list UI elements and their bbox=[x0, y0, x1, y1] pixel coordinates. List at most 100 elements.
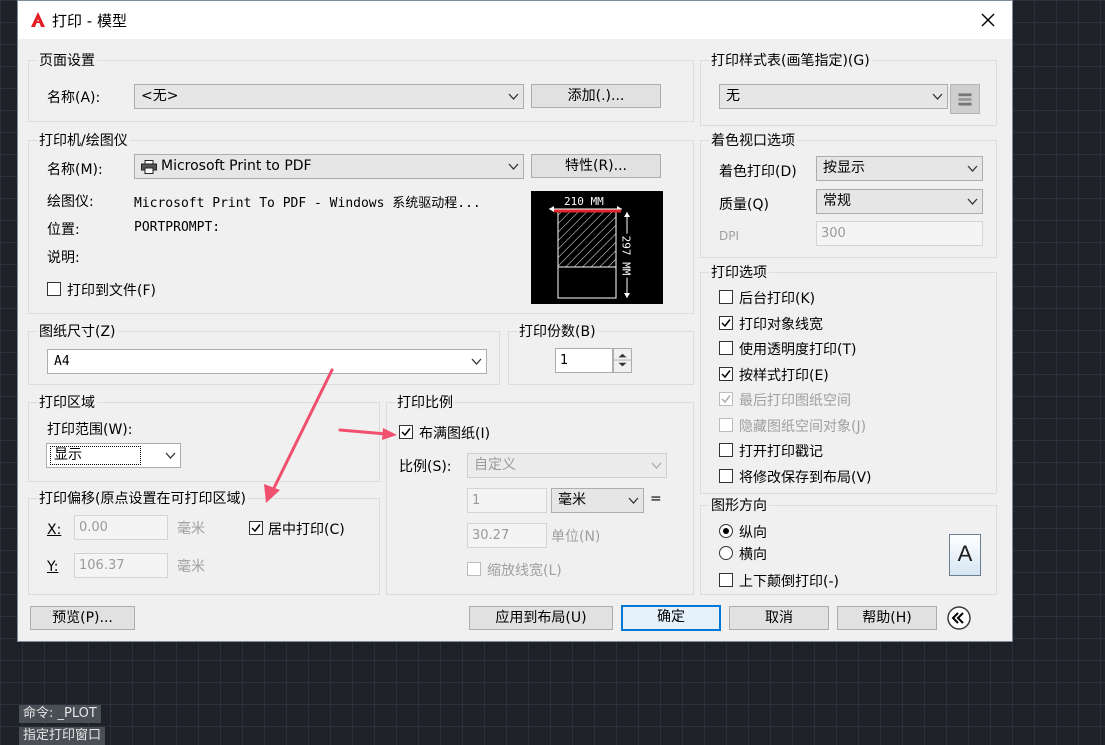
collapse-options-button[interactable] bbox=[946, 605, 972, 631]
offset-x-input[interactable]: 0.00 bbox=[74, 515, 168, 540]
chevron-down-icon bbox=[932, 93, 943, 100]
center-plot-label: 居中打印(C) bbox=[268, 522, 345, 538]
plot-option-checkbox[interactable] bbox=[719, 392, 733, 406]
page-setup-heading: 页面设置 bbox=[37, 50, 97, 70]
apply-to-layout-button[interactable]: 应用到布局(U) bbox=[469, 606, 613, 630]
printer-name-label: 名称(M): bbox=[47, 162, 103, 178]
offset-x-unit: 毫米 bbox=[177, 521, 205, 537]
printer-name-select[interactable]: Microsoft Print to PDF bbox=[134, 154, 524, 179]
scale-equals-sign: = bbox=[650, 491, 662, 507]
preview-button[interactable]: 预览(P)... bbox=[30, 606, 135, 630]
plot-offset-heading: 打印偏移(原点设置在可打印区域) bbox=[37, 488, 248, 508]
copies-spinner[interactable] bbox=[613, 348, 632, 373]
scale-value: 自定义 bbox=[474, 457, 516, 473]
chevron-down-icon bbox=[508, 163, 519, 170]
shade-plot-value: 按显示 bbox=[823, 160, 865, 176]
offset-y-input[interactable]: 106.37 bbox=[74, 553, 168, 578]
description-label: 说明: bbox=[47, 250, 80, 266]
plotter-label: 绘图仪: bbox=[47, 194, 94, 210]
dpi-label: DPI bbox=[719, 229, 740, 243]
offset-y-label: Y: bbox=[47, 559, 59, 575]
plot-option-checkbox[interactable] bbox=[719, 468, 733, 483]
plot-option-label: 按样式打印(E) bbox=[739, 367, 829, 384]
chevron-down-icon bbox=[471, 358, 482, 365]
fit-to-paper-checkbox[interactable] bbox=[399, 425, 413, 439]
chevron-down-icon bbox=[967, 165, 978, 172]
portrait-label: 纵向 bbox=[739, 525, 767, 541]
shaded-viewport-group: 着色视口选项 着色打印(D) 按显示 质量(Q) 常规 DPI 300 bbox=[700, 130, 997, 258]
print-to-file-checkbox[interactable] bbox=[47, 282, 61, 296]
printer-name-value: Microsoft Print to PDF bbox=[161, 158, 312, 174]
quality-select[interactable]: 常规 bbox=[816, 189, 983, 214]
scale-label: 比例(S): bbox=[399, 459, 452, 475]
autocad-logo-icon bbox=[31, 12, 45, 27]
paper-preview: 210 MM 297 MM bbox=[531, 191, 663, 304]
landscape-radio[interactable] bbox=[719, 546, 733, 560]
command-line-entry: 命令: _PLOT bbox=[19, 705, 101, 723]
plot-option-checkbox[interactable] bbox=[719, 341, 733, 355]
plot-option-checkbox[interactable] bbox=[719, 290, 733, 304]
orientation-preview-icon: A bbox=[949, 534, 981, 576]
dpi-input[interactable]: 300 bbox=[816, 221, 983, 246]
quality-value: 常规 bbox=[823, 193, 851, 209]
paper-size-group: 图纸尺寸(Z) A4 bbox=[28, 321, 500, 385]
shade-plot-select[interactable]: 按显示 bbox=[816, 156, 983, 181]
ok-button[interactable]: 确定 bbox=[621, 605, 721, 631]
page-setup-name-select[interactable]: <无> bbox=[134, 84, 524, 109]
paper-size-select[interactable]: A4 bbox=[47, 349, 487, 374]
chevron-down-icon bbox=[651, 462, 662, 469]
scale-unit-select[interactable]: 毫米 bbox=[551, 488, 644, 513]
plot-option-checkbox[interactable] bbox=[719, 315, 733, 330]
plot-option-checkbox[interactable] bbox=[719, 366, 733, 381]
chevron-down-icon bbox=[628, 497, 639, 504]
scale-unit-label: 单位(N) bbox=[551, 529, 601, 545]
plot-area-heading: 打印区域 bbox=[37, 392, 97, 412]
plot-range-label: 打印范围(W): bbox=[47, 422, 133, 438]
scale-select[interactable]: 自定义 bbox=[467, 453, 667, 478]
copies-input[interactable]: 1 bbox=[555, 348, 613, 373]
plot-option-checkbox[interactable] bbox=[719, 443, 733, 457]
checkmark-icon bbox=[401, 428, 411, 437]
orientation-group: 图形方向 纵向 横向 上下颠倒打印(-) A bbox=[700, 495, 997, 595]
add-page-setup-button[interactable]: 添加(.)... bbox=[531, 84, 661, 108]
radio-selected-dot bbox=[723, 528, 729, 534]
help-button[interactable]: 帮助(H) bbox=[837, 606, 937, 630]
plot-range-select[interactable]: 显示 bbox=[46, 443, 181, 468]
plot-options-group: 打印选项 后台打印(K) 打印对象线宽 使用透明度打印(T) 按样式打印(E) 最后打印… bbox=[700, 262, 997, 494]
location-label: 位置: bbox=[47, 222, 80, 238]
upside-down-label: 上下颠倒打印(-) bbox=[739, 574, 839, 590]
scale-lineweights-checkbox[interactable] bbox=[467, 562, 481, 576]
plot-area-group: 打印区域 打印范围(W): 显示 bbox=[28, 392, 380, 482]
close-icon[interactable] bbox=[976, 8, 1000, 32]
scale-value2-input[interactable]: 30.27 bbox=[467, 523, 547, 548]
checkmark-icon bbox=[721, 395, 731, 404]
portrait-radio[interactable] bbox=[719, 524, 733, 538]
plot-style-select[interactable]: 无 bbox=[719, 84, 948, 109]
plot-option-label: 打印对象线宽 bbox=[739, 316, 823, 333]
scale-value1-input[interactable]: 1 bbox=[467, 488, 547, 513]
printer-properties-button[interactable]: 特性(R)... bbox=[531, 154, 661, 178]
offset-y-unit: 毫米 bbox=[177, 559, 205, 575]
orientation-preview-letter: A bbox=[957, 541, 973, 566]
plot-style-value: 无 bbox=[726, 88, 740, 104]
print-dialog: 打印 - 模型 页面设置 名称(A): <无> 添加(.)... 打印机/绘图仪… bbox=[17, 0, 1013, 642]
plot-option-label: 使用透明度打印(T) bbox=[739, 342, 857, 358]
paper-size-heading: 图纸尺寸(Z) bbox=[37, 321, 118, 341]
print-to-file-label: 打印到文件(F) bbox=[67, 283, 156, 299]
checkmark-icon bbox=[721, 318, 731, 327]
center-plot-checkbox[interactable] bbox=[249, 521, 263, 535]
checkmark-icon bbox=[721, 369, 731, 378]
shaded-viewport-heading: 着色视口选项 bbox=[709, 130, 797, 150]
upside-down-checkbox[interactable] bbox=[719, 573, 733, 587]
cancel-button[interactable]: 取消 bbox=[729, 606, 829, 630]
plot-option-label: 最后打印图纸空间 bbox=[739, 393, 851, 409]
chevron-down-icon bbox=[508, 93, 519, 100]
edit-plot-style-button[interactable] bbox=[950, 84, 980, 114]
plot-option-checkbox[interactable] bbox=[719, 417, 733, 432]
plot-option-label: 将修改保存到布局(V) bbox=[739, 469, 872, 486]
plot-range-value: 显示 bbox=[50, 446, 141, 465]
plot-option-label: 打开打印戳记 bbox=[739, 444, 823, 460]
plot-style-edit-icon bbox=[958, 93, 972, 106]
quality-label: 质量(Q) bbox=[719, 197, 769, 213]
plot-offset-group: 打印偏移(原点设置在可打印区域) X: 0.00 毫米 居中打印(C) Y: 1… bbox=[28, 488, 380, 595]
